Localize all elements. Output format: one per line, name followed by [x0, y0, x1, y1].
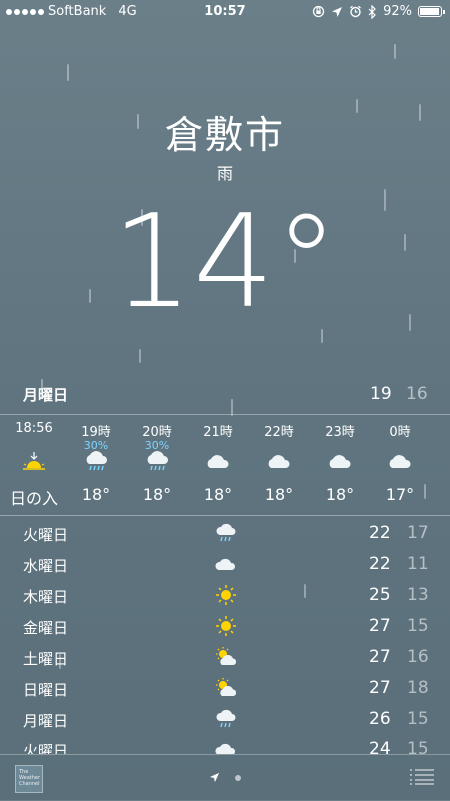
hour-temperature: 日の入 — [9, 489, 58, 508]
partly-cloudy-icon — [216, 647, 237, 665]
day-name: 火曜日 — [23, 526, 69, 544]
daily-row: 日曜日 27 18 — [0, 673, 450, 703]
hourly-forecast[interactable]: 18:56 日の入 19時 30% 18° 20時 30% 18° 21時 18… — [0, 414, 450, 516]
sun-icon — [216, 616, 236, 636]
day-low: 13 — [407, 585, 429, 605]
current-temperature: 14° — [111, 188, 339, 337]
bottom-toolbar: The Weather Channel — [0, 754, 450, 801]
hour-label: 21時 — [203, 425, 233, 440]
hour-temperature: 17° — [385, 485, 415, 504]
today-high: 19 — [370, 384, 392, 404]
day-name: 木曜日 — [23, 588, 69, 606]
city-name: 倉敷市 — [164, 113, 285, 157]
day-name: 火曜日 — [23, 742, 69, 754]
weather-condition: 雨 — [216, 164, 233, 183]
status-icons: 92% — [312, 4, 445, 19]
rain-cloud-icon — [216, 709, 236, 728]
status-bar: SoftBank 4G 10:57 92% — [0, 0, 450, 24]
hour-item: 19時 30% 18° — [66, 415, 126, 515]
list-icon[interactable] — [410, 769, 434, 785]
cloud-icon — [207, 455, 229, 468]
lock-rotation-icon — [312, 5, 325, 18]
hour-item: 22時 18° — [249, 415, 309, 515]
rain-cloud-icon — [86, 451, 107, 471]
daily-row: 火曜日 22 17 — [0, 518, 450, 548]
day-low: 15 — [407, 709, 429, 729]
hour-item: 18:56 日の入 — [4, 415, 64, 515]
day-low: 16 — [407, 647, 429, 667]
cloud-icon — [329, 455, 351, 468]
battery-icon — [418, 6, 445, 17]
today-summary: 月曜日 19 16 — [0, 384, 450, 406]
day-name: 水曜日 — [23, 557, 69, 575]
daily-row: 水曜日 22 11 — [0, 549, 450, 579]
hour-label: 18:56 — [15, 421, 53, 436]
day-name: 月曜日 — [23, 712, 69, 730]
hour-temperature: 18° — [203, 485, 233, 504]
cloud-icon — [389, 455, 411, 468]
alarm-icon — [350, 5, 362, 18]
day-low: 15 — [407, 739, 429, 754]
today-low: 16 — [406, 384, 428, 404]
day-name: 金曜日 — [23, 619, 69, 637]
hour-item: 20時 30% 18° — [127, 415, 187, 515]
battery-percent: 92% — [383, 4, 412, 19]
daily-forecast[interactable]: 火曜日 22 17 水曜日 22 11 木曜日 25 13 金曜日 27 15 … — [0, 518, 450, 754]
day-name: 土曜日 — [23, 650, 69, 668]
daily-row: 木曜日 25 13 — [0, 580, 450, 610]
day-high: 22 — [369, 554, 391, 574]
day-high: 25 — [369, 585, 391, 605]
location-arrow-icon — [332, 6, 343, 17]
rain-cloud-icon — [147, 451, 168, 471]
day-high: 24 — [369, 739, 391, 754]
sunset-icon — [23, 452, 45, 470]
day-name: 日曜日 — [23, 681, 69, 699]
partly-cloudy-icon — [216, 678, 237, 696]
hour-item: 0時 17° — [370, 415, 430, 515]
day-high: 22 — [369, 523, 391, 543]
hour-item: 23時 18° — [310, 415, 370, 515]
location-arrow-icon — [209, 772, 220, 783]
hour-label: 23時 — [325, 425, 355, 440]
day-low: 18 — [407, 678, 429, 698]
daily-row: 月曜日 26 15 — [0, 704, 450, 734]
hour-temperature: 18° — [142, 485, 172, 504]
day-high: 26 — [369, 709, 391, 729]
day-high: 27 — [369, 678, 391, 698]
today-day: 月曜日 — [23, 386, 69, 404]
hour-item: 21時 18° — [188, 415, 248, 515]
hour-temperature: 18° — [264, 485, 294, 504]
cloud-icon — [268, 455, 290, 468]
hour-label: 19時 — [81, 425, 111, 440]
hour-temperature: 18° — [81, 485, 111, 504]
cloud-icon — [215, 743, 235, 754]
sun-icon — [216, 585, 236, 605]
hour-temperature: 18° — [325, 485, 355, 504]
day-low: 17 — [407, 523, 429, 543]
hour-label: 22時 — [264, 425, 294, 440]
day-high: 27 — [369, 647, 391, 667]
daily-row: 土曜日 27 16 — [0, 642, 450, 672]
cloud-icon — [215, 558, 236, 570]
daily-row: 金曜日 27 15 — [0, 611, 450, 641]
page-indicator[interactable] — [0, 767, 450, 786]
page-dot — [235, 774, 242, 781]
daily-row: 火曜日 24 15 — [0, 734, 450, 754]
day-high: 27 — [369, 616, 391, 636]
hour-label: 20時 — [142, 425, 172, 440]
bluetooth-icon — [368, 4, 376, 19]
day-low: 15 — [407, 616, 429, 636]
day-low: 11 — [407, 554, 429, 574]
hour-label: 0時 — [389, 425, 411, 440]
rain-cloud-icon — [216, 523, 236, 542]
